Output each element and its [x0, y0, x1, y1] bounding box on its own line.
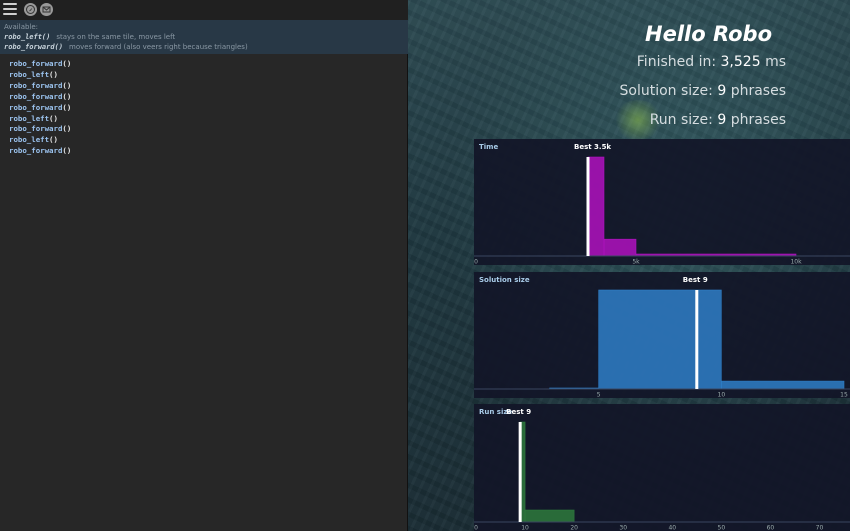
x-tick-label: 10k — [790, 259, 802, 266]
finished-unit: ms — [765, 54, 786, 70]
best-label: Best 9 — [682, 276, 708, 284]
best-marker — [518, 422, 522, 522]
mail-icon[interactable] — [40, 3, 53, 16]
x-tick-label: 5 — [597, 392, 601, 399]
best-label: Best 3.5k — [574, 143, 612, 151]
chart-title: Solution size — [479, 276, 530, 284]
solution-size-stat: Solution size: 9 phrases — [620, 83, 786, 99]
function-doc: robo_forward() moves forward (also veers … — [4, 42, 404, 52]
chart-title: Time — [479, 143, 499, 151]
x-tick-label: 10 — [718, 392, 726, 399]
code-line[interactable]: robo_forward() — [9, 92, 71, 103]
x-tick-label: 10 — [521, 525, 529, 531]
x-tick-label: 50 — [718, 525, 726, 531]
code-line[interactable]: robo_forward() — [9, 59, 71, 70]
x-tick-label: 15 — [840, 392, 848, 399]
editor-panel: Available: robo_left() stays on the same … — [0, 0, 408, 531]
solution-size-label: Solution size: — [619, 83, 713, 99]
code-line[interactable]: robo_forward() — [9, 146, 71, 157]
x-tick-label: 0 — [474, 525, 478, 531]
x-tick-label: 20 — [570, 525, 578, 531]
x-tick-label: 60 — [767, 525, 775, 531]
function-doc: robo_left() stays on the same tile, moves… — [4, 32, 404, 42]
histogram-bar — [603, 238, 637, 257]
run-size-unit: phrases — [730, 112, 786, 128]
best-marker — [695, 290, 699, 389]
finished-stat: Finished in: 3,525 ms — [637, 54, 786, 70]
best-marker — [586, 157, 590, 256]
available-functions-panel: Available: robo_left() stays on the same … — [0, 20, 408, 54]
x-tick-label: 40 — [668, 525, 676, 531]
hamburger-menu-icon[interactable] — [3, 3, 17, 15]
run-size-histogram-svg: 0 10 20 30 40 50 60 70 — [474, 421, 850, 531]
solution-size-histogram-svg: 5 10 15 — [474, 289, 850, 399]
x-tick-label: 5k — [632, 259, 640, 266]
function-description: stays on the same tile, moves left — [56, 33, 176, 41]
finished-value: 3,525 — [720, 54, 761, 70]
function-description: moves forward (also veers right because … — [69, 43, 248, 51]
code-line[interactable]: robo_left() — [9, 70, 71, 81]
best-label: Best 9 — [506, 408, 532, 416]
x-tick-label: 0 — [474, 259, 478, 266]
run-size-stat: Run size: 9 phrases — [650, 112, 786, 128]
function-name: robo_forward() — [4, 43, 64, 51]
solution-size-histogram: 5 10 15 Solution size Best 9 — [474, 272, 850, 398]
level-title: Hello Robo — [645, 22, 772, 46]
solution-size-unit: phrases — [730, 83, 786, 99]
x-tick-label: 70 — [816, 525, 824, 531]
compass-icon[interactable] — [24, 3, 37, 16]
histogram-bar — [721, 380, 845, 390]
time-histogram-svg: 0 5k 10k — [474, 156, 850, 266]
function-name: robo_left() — [4, 33, 51, 41]
code-line[interactable]: robo_left() — [9, 114, 71, 125]
toolbar — [0, 0, 408, 20]
run-size-value: 9 — [717, 112, 727, 128]
run-size-histogram: 0 10 20 30 40 50 60 70 Run size Best 9 — [474, 404, 850, 531]
code-line[interactable]: robo_forward() — [9, 103, 71, 114]
code-line[interactable]: robo_left() — [9, 135, 71, 146]
code-editor[interactable]: robo_forward() robo_left() robo_forward(… — [9, 59, 71, 157]
finished-label: Finished in: — [636, 54, 717, 70]
histogram-bar — [524, 509, 575, 523]
code-line[interactable]: robo_forward() — [9, 81, 71, 92]
available-label: Available: — [4, 23, 39, 31]
histogram-bar — [587, 156, 605, 257]
histogram-bar — [598, 289, 722, 390]
x-tick-label: 30 — [619, 525, 627, 531]
run-size-label: Run size: — [649, 112, 713, 128]
results-panel: Hello Robo Finished in: 3,525 ms Solutio… — [408, 0, 850, 531]
time-histogram: 0 5k 10k Time Best 3.5k — [474, 139, 850, 265]
code-line[interactable]: robo_forward() — [9, 124, 71, 135]
solution-size-value: 9 — [717, 83, 727, 99]
